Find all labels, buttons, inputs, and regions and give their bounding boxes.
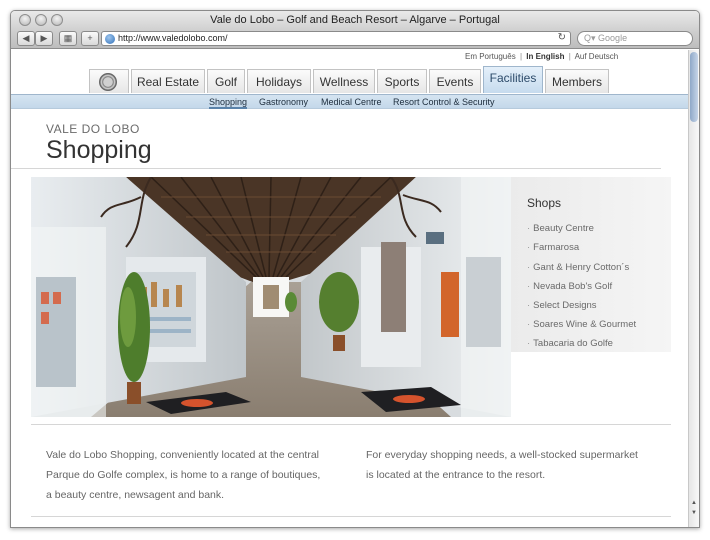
address-bar[interactable]: http://www.valedolobo.com/ ↻: [101, 31, 571, 46]
window-title: Vale do Lobo – Golf and Beach Resort – A…: [210, 14, 500, 26]
browser-toolbar: ◀ ▶ ▦ + http://www.valedolobo.com/ ↻ Q▾ …: [11, 31, 699, 49]
subnav-resort-control-security[interactable]: Resort Control & Security: [393, 97, 495, 107]
divider: [11, 168, 661, 169]
shop-label: Gant & Henry Cotton´s: [533, 262, 630, 273]
shop-link-select-designs[interactable]: · Select Designs: [527, 300, 597, 311]
tab-golf[interactable]: Golf: [207, 69, 245, 93]
bullet-icon: ·: [527, 281, 531, 292]
tab-real-estate[interactable]: Real Estate: [131, 69, 205, 93]
globe-icon: [105, 34, 115, 44]
bullet-icon: ·: [527, 262, 531, 273]
bullet-icon: ·: [527, 319, 531, 330]
lang-portuguese-link[interactable]: Em Português: [465, 52, 516, 61]
reload-icon[interactable]: ↻: [558, 32, 566, 43]
shop-label: Beauty Centre: [533, 223, 594, 234]
shop-link-tabacaria-do-golfe[interactable]: · Tabacaria do Golfe: [527, 338, 613, 349]
lang-separator: |: [519, 52, 523, 61]
page-title: Shopping: [46, 136, 152, 164]
arcade-illustration: [31, 177, 511, 417]
bullet-icon: ·: [527, 300, 531, 311]
shop-label: Nevada Bob's Golf: [533, 281, 613, 292]
shopping-arcade-photo: [31, 177, 511, 417]
tab-sports[interactable]: Sports: [377, 69, 427, 93]
shop-label: Soares Wine & Gourmet: [533, 319, 637, 330]
scroll-up-arrow[interactable]: ▲: [690, 500, 698, 509]
shop-link-soares-wine-gourmet[interactable]: · Soares Wine & Gourmet: [527, 319, 636, 330]
tab-events[interactable]: Events: [429, 69, 481, 93]
subnav-gastronomy[interactable]: Gastronomy: [259, 97, 308, 107]
vertical-scrollbar[interactable]: ▲ ▼: [688, 50, 699, 527]
page-content: Em Português | In English | Auf Deutsch …: [11, 50, 688, 527]
sub-nav: Shopping Gastronomy Medical Centre Resor…: [11, 94, 688, 109]
tab-wellness[interactable]: Wellness: [313, 69, 375, 93]
resort-seal-logo: [99, 73, 117, 91]
subnav-shopping[interactable]: Shopping: [209, 97, 248, 109]
back-button[interactable]: ◀: [17, 31, 35, 46]
shop-label: Tabacaria do Golfe: [533, 338, 613, 349]
tab-holidays[interactable]: Holidays: [247, 69, 311, 93]
url-text: http://www.valedolobo.com/: [118, 33, 228, 43]
forward-button[interactable]: ▶: [35, 31, 53, 46]
bullet-icon: ·: [527, 242, 531, 253]
scroll-down-arrow[interactable]: ▼: [690, 510, 698, 519]
title-bar: Vale do Lobo – Golf and Beach Resort – A…: [11, 11, 699, 31]
shop-link-gant-henry-cotton[interactable]: · Gant & Henry Cotton´s: [527, 262, 629, 273]
page-kicker: VALE DO LOBO: [46, 122, 140, 136]
search-icon: Q▾: [584, 33, 596, 43]
lang-separator: |: [568, 52, 571, 61]
browser-window: Vale do Lobo – Golf and Beach Resort – A…: [10, 10, 700, 528]
bullet-icon: ·: [527, 338, 531, 349]
shop-label: Farmarosa: [533, 242, 580, 253]
lang-english-link[interactable]: In English: [526, 52, 564, 61]
shops-title: Shops: [527, 196, 562, 210]
tab-members[interactable]: Members: [545, 69, 609, 93]
shop-link-farmarosa[interactable]: · Farmarosa: [527, 242, 579, 253]
intro-paragraph: Vale do Lobo Shopping, conveniently loca…: [46, 449, 321, 501]
add-bookmark-button[interactable]: +: [81, 31, 99, 46]
shops-panel: Shops · Beauty Centre · Farmarosa · Gant & …: [511, 177, 671, 352]
divider: [31, 516, 671, 517]
home-logo-tab[interactable]: [89, 69, 129, 93]
divider: [31, 424, 671, 425]
shop-label: Select Designs: [533, 300, 597, 311]
language-switcher: Em Português | In English | Auf Deutsch: [465, 52, 618, 61]
shop-link-nevada-bobs-golf[interactable]: · Nevada Bob's Golf: [527, 281, 612, 292]
shop-link-beauty-centre[interactable]: · Beauty Centre: [527, 223, 594, 234]
lang-german-link[interactable]: Auf Deutsch: [575, 52, 619, 61]
top-sites-button[interactable]: ▦: [59, 31, 77, 46]
tab-facilities[interactable]: Facilities: [483, 66, 543, 93]
search-field[interactable]: Q▾ Google: [577, 31, 693, 46]
supermarket-paragraph: For everyday shopping needs, a well-stoc…: [366, 449, 638, 481]
subnav-medical-centre[interactable]: Medical Centre: [321, 97, 382, 107]
bullet-icon: ·: [527, 223, 531, 234]
scroll-thumb[interactable]: [690, 52, 698, 122]
search-placeholder: Google: [598, 33, 628, 43]
